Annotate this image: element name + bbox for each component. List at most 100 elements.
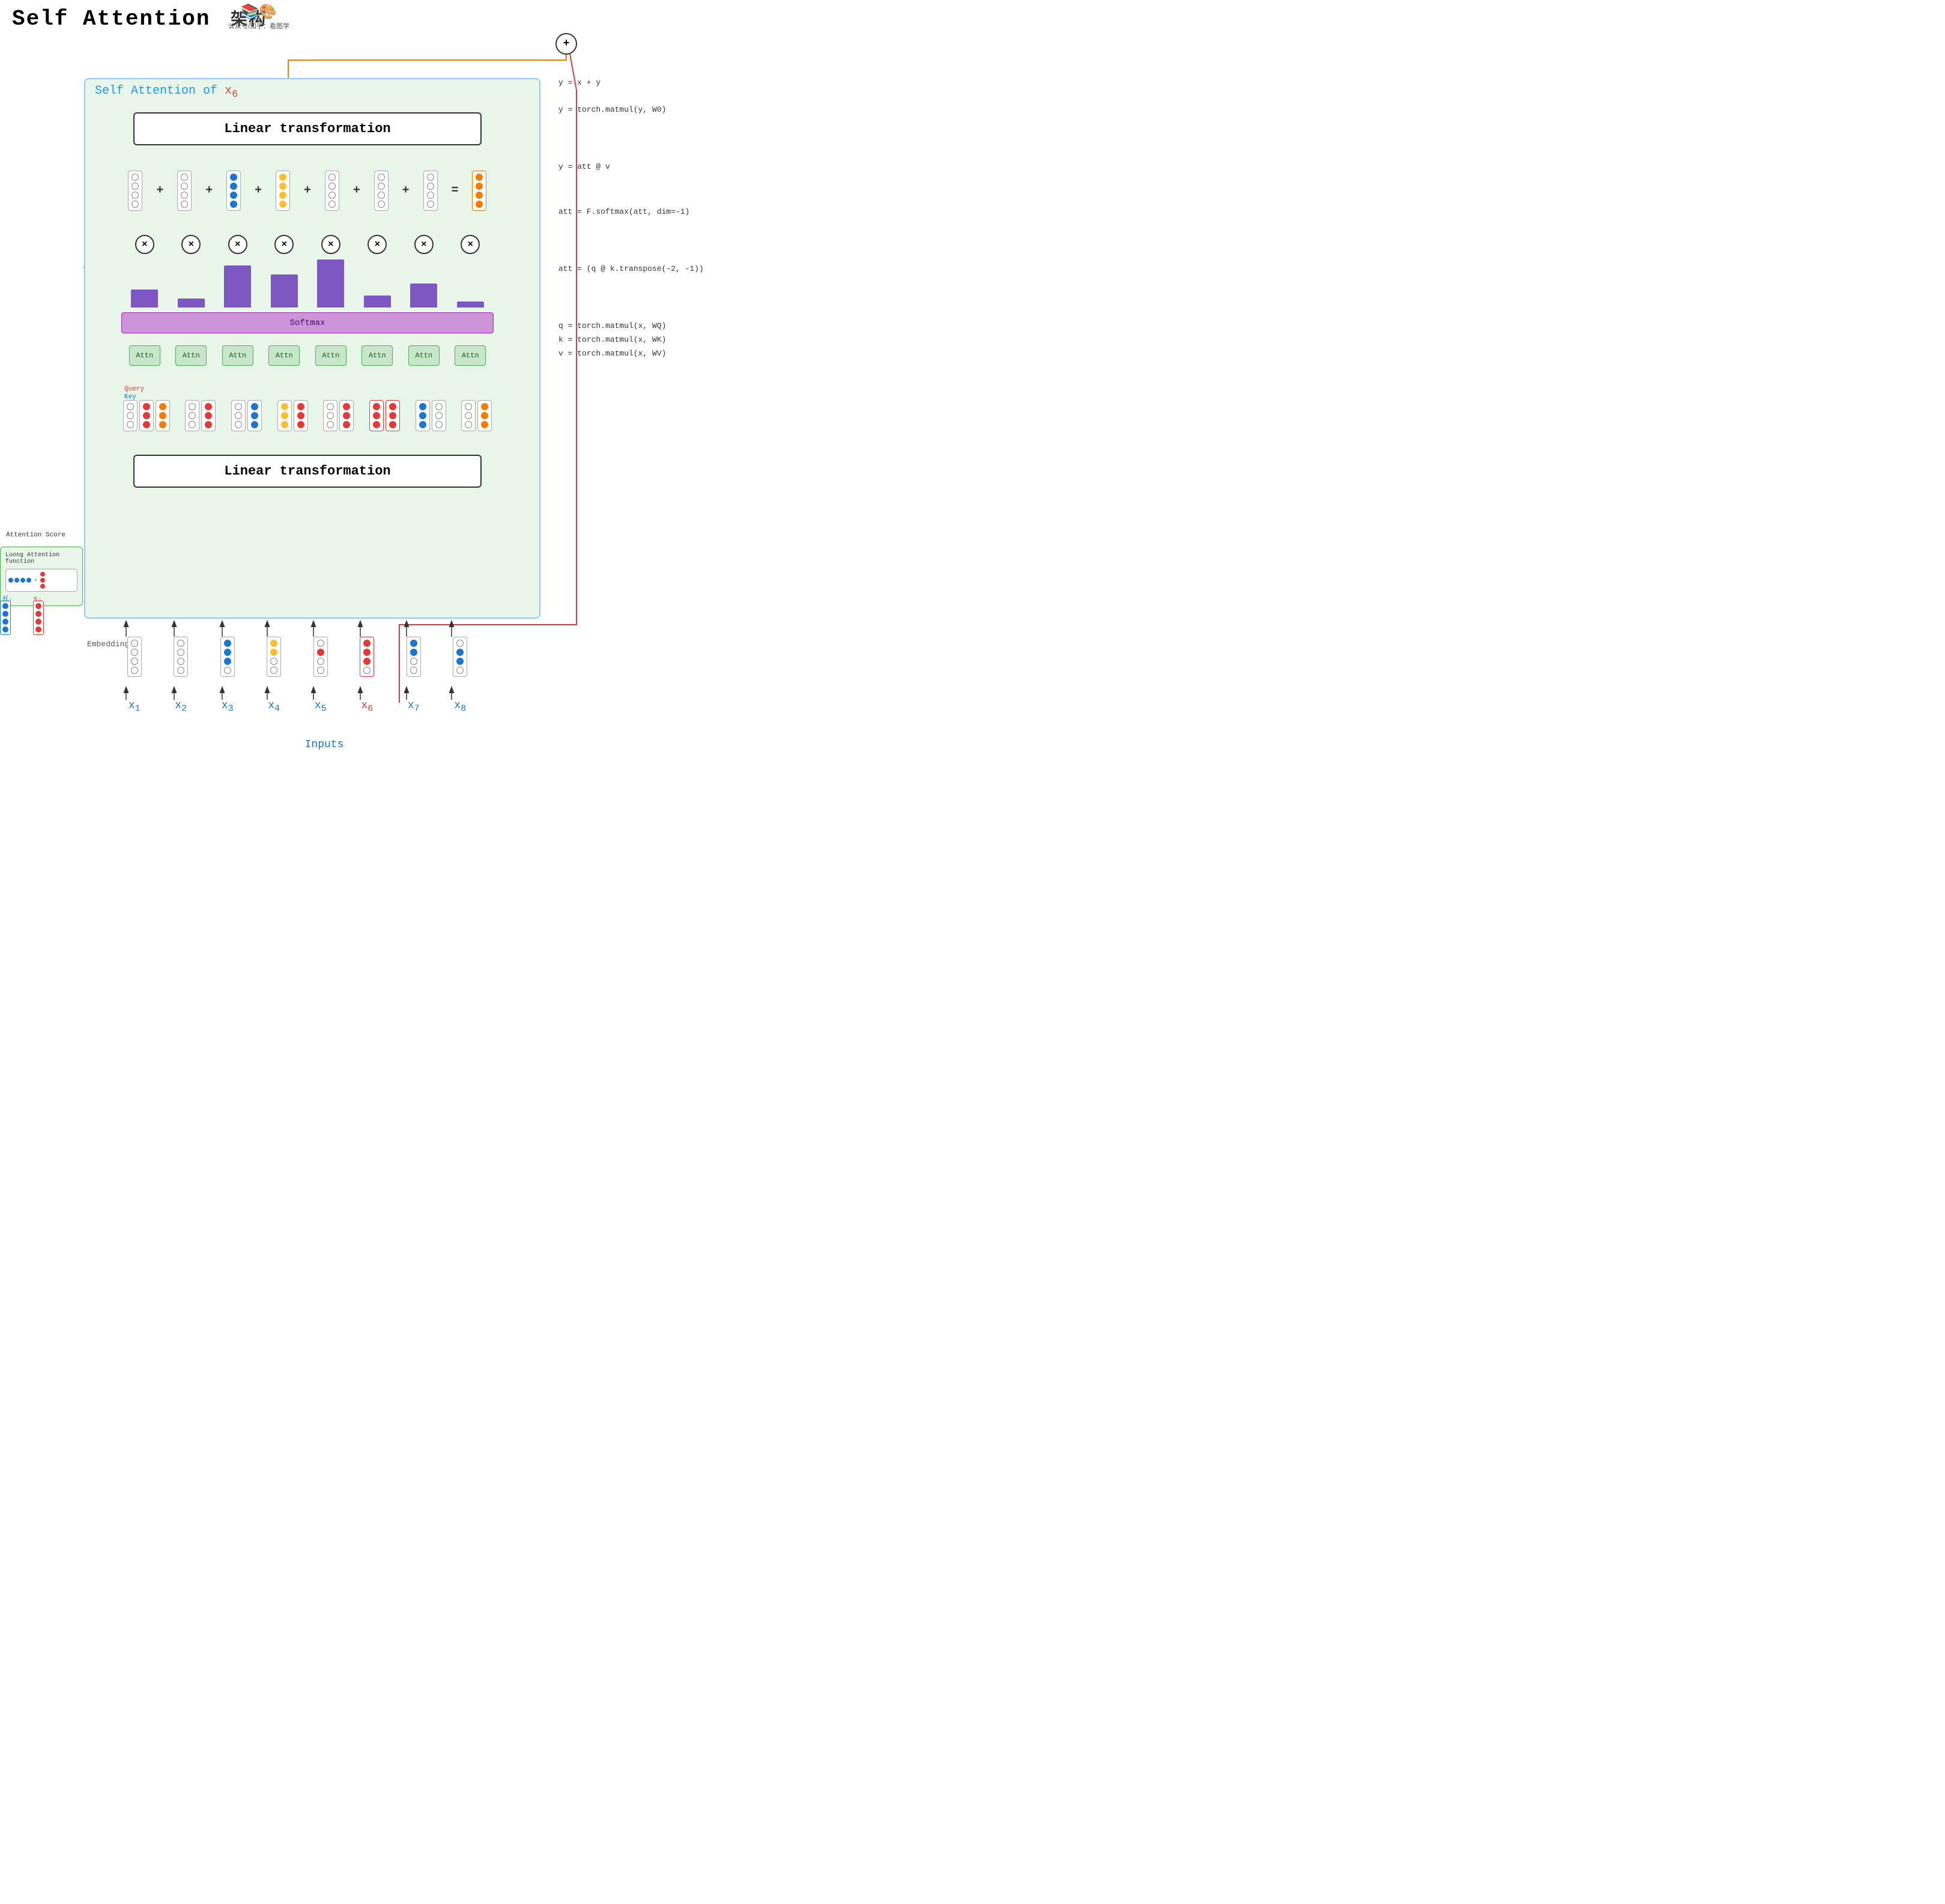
dot-red bbox=[297, 403, 304, 410]
dot-red bbox=[297, 421, 304, 428]
q-vector-2 bbox=[201, 400, 216, 431]
vec-box-1 bbox=[128, 171, 142, 211]
bar-7 bbox=[410, 283, 437, 308]
vec-box-6 bbox=[374, 171, 389, 211]
dot bbox=[181, 201, 188, 208]
dot-orange bbox=[159, 412, 166, 419]
equals-sign: = bbox=[452, 184, 459, 198]
emb-vec-1 bbox=[127, 637, 142, 677]
q-vector-1 bbox=[139, 400, 154, 431]
attention-score-label: Attention Score bbox=[6, 532, 65, 539]
dot-yellow bbox=[281, 412, 288, 419]
input-label-x2: x2 bbox=[175, 700, 187, 714]
k-vector-8 bbox=[461, 400, 476, 431]
output-vector-1 bbox=[128, 171, 142, 211]
dot-red bbox=[40, 584, 45, 589]
dot-red bbox=[343, 421, 350, 428]
plus-sign: + bbox=[255, 184, 262, 198]
dot-blue bbox=[224, 640, 231, 647]
title-english: Self Attention bbox=[12, 7, 210, 31]
kqv-group-7 bbox=[416, 400, 446, 431]
mult-circle-5: × bbox=[321, 235, 340, 254]
output-vector-result bbox=[472, 171, 486, 211]
k-vector-7 bbox=[416, 400, 430, 431]
linear-transform-top-box: Linear transformation bbox=[133, 112, 482, 145]
q-vector-4 bbox=[294, 400, 308, 431]
linear-out-equation-group: y = torch.matmul(y, W0) bbox=[558, 105, 727, 114]
output-vectors-area: + + + bbox=[121, 154, 494, 226]
dot bbox=[131, 640, 138, 647]
dot-orange bbox=[481, 403, 488, 410]
dot bbox=[235, 421, 242, 428]
dot bbox=[132, 192, 139, 199]
dot bbox=[328, 174, 336, 181]
dot-red bbox=[205, 412, 212, 419]
dot-product-symbol: · bbox=[34, 576, 38, 584]
dot-orange bbox=[159, 403, 166, 410]
mult-circle-3: × bbox=[228, 235, 247, 254]
k-vector-2 bbox=[185, 400, 199, 431]
dot-red bbox=[35, 611, 41, 617]
output-vector-5 bbox=[325, 171, 339, 211]
dot bbox=[328, 201, 336, 208]
emb-vec-8 bbox=[453, 637, 467, 677]
bar-1 bbox=[131, 290, 158, 308]
dot-red bbox=[343, 412, 350, 419]
linear-out-equation: y = torch.matmul(y, W0) bbox=[558, 105, 727, 114]
dot bbox=[328, 183, 336, 190]
input-labels-row: x1 x2 x3 x4 x5 x6 x7 x8 bbox=[111, 700, 483, 714]
dot bbox=[177, 667, 184, 674]
attn-box-7: Attn bbox=[408, 345, 440, 366]
attn-box-8: Attn bbox=[455, 345, 486, 366]
bar-4 bbox=[271, 274, 298, 308]
attn-box-5: Attn bbox=[315, 345, 346, 366]
dot-red bbox=[205, 421, 212, 428]
dot bbox=[224, 667, 231, 674]
k-vector-6 bbox=[369, 400, 384, 431]
q-vector-6 bbox=[386, 400, 400, 431]
attn-box-1: Attn bbox=[129, 345, 160, 366]
dot-blue bbox=[230, 174, 237, 181]
dot bbox=[456, 640, 464, 647]
plus-sign: + bbox=[304, 184, 311, 198]
k-vector-3 bbox=[231, 400, 246, 431]
plus-sign: + bbox=[402, 184, 410, 198]
qkv-equations-group: q = torch.matmul(x, WQ) k = torch.matmul… bbox=[558, 321, 727, 358]
dot-blue bbox=[419, 403, 426, 410]
dot bbox=[317, 667, 324, 674]
dot-red bbox=[35, 626, 41, 632]
mult-circle-4: × bbox=[274, 235, 294, 254]
emb-vec-4 bbox=[267, 637, 281, 677]
residual-equation-group: y = x + y bbox=[558, 78, 727, 87]
si-dots bbox=[40, 572, 45, 589]
mult-circle-2: × bbox=[181, 235, 201, 254]
dot-orange bbox=[481, 421, 488, 428]
dot bbox=[131, 658, 138, 665]
dot bbox=[427, 201, 434, 208]
dot-red bbox=[373, 403, 380, 410]
bar-2 bbox=[178, 299, 205, 308]
dot-orange bbox=[481, 412, 488, 419]
dot-red bbox=[363, 658, 371, 665]
softmax-box: Softmax bbox=[121, 312, 494, 333]
dot-blue bbox=[410, 640, 417, 647]
dot-blue bbox=[456, 658, 464, 665]
qk-equation: att = (q @ k.transpose(-2, -1)) bbox=[558, 264, 727, 273]
softmax-equation: att = F.softmax(att, dim=-1) bbox=[558, 207, 727, 216]
attention-bars-chart bbox=[121, 259, 494, 308]
dot bbox=[131, 649, 138, 656]
dot-blue bbox=[230, 201, 237, 208]
dot bbox=[328, 192, 336, 199]
q-vector-3 bbox=[247, 400, 262, 431]
vec-box-5 bbox=[325, 171, 339, 211]
vec-box-2 bbox=[177, 171, 192, 211]
vec-box-3 bbox=[226, 171, 241, 211]
dot-blue bbox=[26, 578, 31, 583]
dot-red bbox=[297, 412, 304, 419]
k-vector-5 bbox=[323, 400, 337, 431]
kqv-group-5 bbox=[323, 400, 354, 431]
dot-blue bbox=[419, 412, 426, 419]
v-equation: v = torch.matmul(x, WV) bbox=[558, 349, 727, 358]
att-v-equation: y = att @ v bbox=[558, 162, 727, 171]
dot bbox=[435, 421, 443, 428]
